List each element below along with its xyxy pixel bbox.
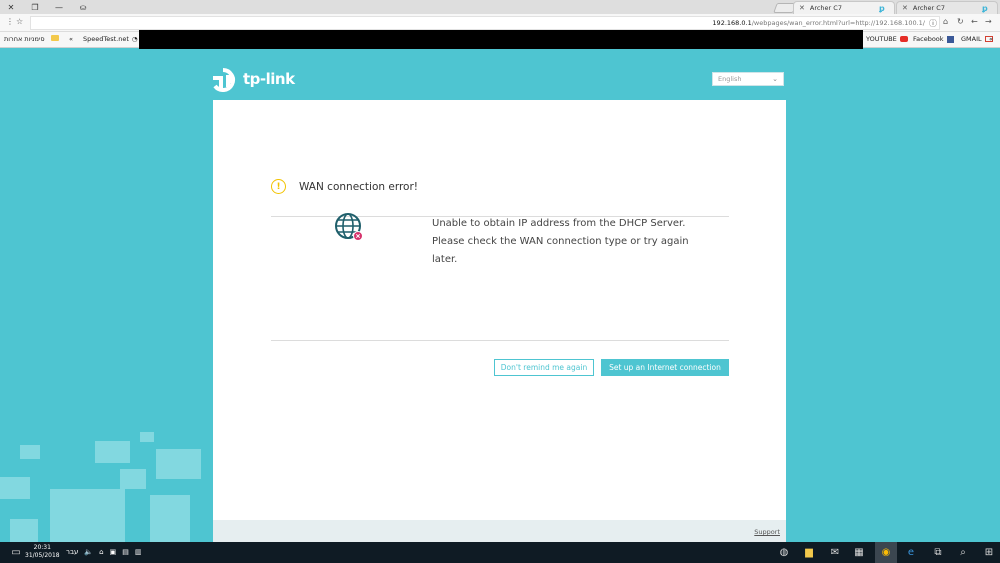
error-message: Unable to obtain IP address from the DHC… [432, 218, 689, 265]
decor-pixel [0, 477, 30, 499]
file-explorer-icon[interactable]: ▆ [803, 547, 815, 559]
divider [271, 340, 729, 341]
facebook-icon [946, 35, 954, 43]
chrome-icon[interactable]: ◉ [880, 547, 892, 559]
reload-icon[interactable]: ↻ [957, 17, 964, 26]
tray-app-icon[interactable]: ▣ [110, 548, 117, 556]
decor-pixel [140, 432, 154, 442]
tp-link-favicon-icon: ꝑ [879, 4, 885, 13]
cortana-icon[interactable]: ◍ [778, 547, 790, 559]
decor-pixel [20, 445, 40, 459]
info-icon[interactable]: ⓘ [929, 18, 937, 29]
bookmark-star-icon[interactable]: ☆ [16, 17, 23, 26]
error-header: ! WAN connection error! [271, 179, 418, 194]
bookmark-gmail[interactable]: GMAIL [961, 35, 993, 43]
browser-tab-bar: ✕ ❐ — ⛀ ✕ Archer C7 ꝑ ✕ Archer C7 ꝑ [0, 0, 1000, 14]
store-icon[interactable]: ▦ [853, 547, 865, 559]
task-view-icon[interactable]: ⧉ [932, 547, 944, 559]
bookmark-other[interactable]: סימניות אחרות [4, 35, 45, 43]
forward-icon[interactable]: → [985, 17, 992, 26]
language-indicator[interactable]: עבר [66, 548, 78, 556]
tray-app-icon[interactable]: ▤ [122, 548, 129, 556]
warning-icon: ! [271, 179, 286, 194]
url-field[interactable]: 192.168.0.1/webpages/wan_error.html?url=… [30, 16, 940, 30]
bookmark-facebook[interactable]: Facebook [913, 35, 954, 43]
error-title: WAN connection error! [299, 180, 419, 193]
search-icon[interactable]: ⌕ [957, 547, 969, 559]
volume-icon[interactable]: 🔈 [84, 548, 93, 556]
youtube-icon [899, 36, 908, 42]
dont-remind-button[interactable]: Don't remind me again [494, 359, 594, 376]
tray-app-icon[interactable]: ▥ [135, 548, 142, 556]
redacted-region [139, 30, 863, 49]
language-value: English [718, 75, 742, 83]
network-icon[interactable]: ⌂ [99, 548, 103, 556]
tab-close-icon[interactable]: ✕ [902, 4, 908, 12]
bookmark-overflow-right[interactable]: « [989, 35, 993, 43]
incognito-icon: ⛀ [79, 2, 87, 12]
language-select[interactable]: English ⌄ [712, 72, 784, 86]
start-icon[interactable]: ⊞ [983, 547, 995, 559]
decor-pixel [156, 449, 201, 479]
tab-label: Archer C7 [809, 4, 842, 12]
tp-link-logo: tp-link [213, 68, 295, 92]
decor-pixel [95, 441, 130, 463]
mail-icon[interactable]: ✉ [829, 547, 841, 559]
home-icon[interactable]: ⌂ [943, 17, 948, 26]
bookmark-speedtest[interactable]: SpeedTest.net ◔ [83, 35, 138, 43]
card-footer: Support [213, 520, 786, 542]
setup-internet-button[interactable]: Set up an Internet connection [601, 359, 729, 376]
tab-archer-c7[interactable]: ✕ Archer C7 ꝑ [896, 1, 998, 14]
system-tray: עבר 🔈 ⌂ ▣ ▤ ▥ [66, 548, 141, 556]
bookmark-overflow[interactable]: « [69, 35, 73, 43]
speedtest-icon: ◔ [131, 35, 138, 43]
back-icon[interactable]: ← [971, 17, 978, 26]
decor-pixel [150, 495, 190, 542]
decor-pixel [50, 489, 125, 542]
bookmark-youtube[interactable]: YOUTUBE [866, 35, 908, 43]
decor-pixel [10, 519, 38, 542]
menu-dots-icon[interactable]: ⋮ [6, 17, 14, 26]
clock[interactable]: 20:31 31/05/2018 [25, 544, 60, 560]
tab-label: Archer C7 [912, 4, 945, 12]
tab-archer-c7-active[interactable]: ✕ Archer C7 ꝑ [793, 1, 895, 14]
logo-text: tp-link [243, 70, 295, 88]
tp-link-favicon-icon: ꝑ [982, 4, 988, 13]
tab-close-icon[interactable]: ✕ [799, 4, 805, 12]
close-window-icon[interactable]: ✕ [0, 0, 22, 14]
chevron-down-icon: ⌄ [772, 75, 778, 83]
folder-icon [51, 35, 59, 41]
edge-icon[interactable]: e [905, 547, 917, 559]
windows-taskbar: ▭ 20:31 31/05/2018 עבר 🔈 ⌂ ▣ ▤ ▥ ◍ ▆ ✉ ▦… [0, 542, 1000, 563]
url-text: 192.168.0.1/webpages/wan_error.html?url=… [712, 19, 925, 27]
notification-icon[interactable]: ▭ [10, 547, 22, 559]
router-page: tp-link English ⌄ ! WAN connection error… [0, 49, 1000, 542]
globe-error-icon [335, 213, 363, 241]
tp-link-logo-icon [213, 68, 235, 92]
decor-pixel [120, 469, 146, 489]
minimize-window-icon[interactable]: — [48, 0, 70, 14]
error-card: ! WAN connection error! Unable to obtain… [213, 100, 786, 542]
support-link[interactable]: Support [754, 528, 780, 536]
restore-window-icon[interactable]: ❐ [24, 0, 46, 14]
